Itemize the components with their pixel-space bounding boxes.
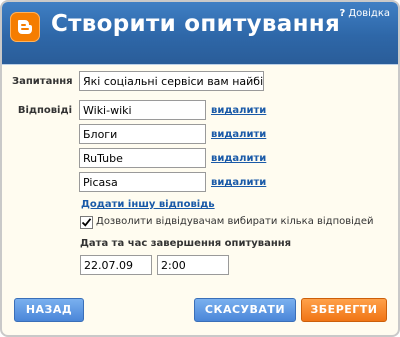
delete-answer-1-link[interactable]: видалити <box>211 105 266 116</box>
end-time-input[interactable]: 2:00 <box>157 255 229 275</box>
add-answer-link[interactable]: Додати іншу відповідь <box>81 199 215 210</box>
question-input[interactable]: Які соціальні сервіси вам найбіл <box>79 71 264 91</box>
dialog-title: Створити опитування <box>51 11 341 37</box>
delete-answer-3-link[interactable]: видалити <box>211 153 266 164</box>
checkmark-icon <box>81 218 92 227</box>
answer-input-2[interactable]: Блоги <box>79 124 206 144</box>
help-link[interactable]: ? Довідка <box>340 8 391 19</box>
end-date-input[interactable]: 22.07.09 <box>80 255 152 275</box>
help-icon: ? <box>339 8 346 19</box>
multi-choice-checkbox[interactable] <box>80 216 93 229</box>
delete-answer-2-link[interactable]: видалити <box>211 129 266 140</box>
save-button[interactable]: ЗБЕРЕГТИ <box>301 298 387 322</box>
multi-choice-label: Дозволити відвідувачам вибирати кілька в… <box>96 216 374 227</box>
end-datetime-label: Дата та час завершення опитування <box>80 238 292 249</box>
help-label: Довідка <box>348 8 390 19</box>
question-label: Запитання <box>12 76 73 87</box>
create-poll-dialog: Створити опитування ? Довідка Запитання Я… <box>0 0 400 337</box>
dialog-header: Створити опитування ? Довідка <box>2 2 398 65</box>
cancel-button[interactable]: СКАСУВАТИ <box>194 298 296 322</box>
answers-label: Відповіді <box>17 105 72 116</box>
delete-answer-4-link[interactable]: видалити <box>211 177 266 188</box>
blogger-logo-icon <box>10 12 40 42</box>
answer-input-3[interactable]: RuTube <box>79 148 206 168</box>
back-button[interactable]: НАЗАД <box>14 298 84 322</box>
answer-input-4[interactable]: Picasa <box>79 172 206 192</box>
answer-input-1[interactable]: Wiki-wiki <box>79 100 206 120</box>
